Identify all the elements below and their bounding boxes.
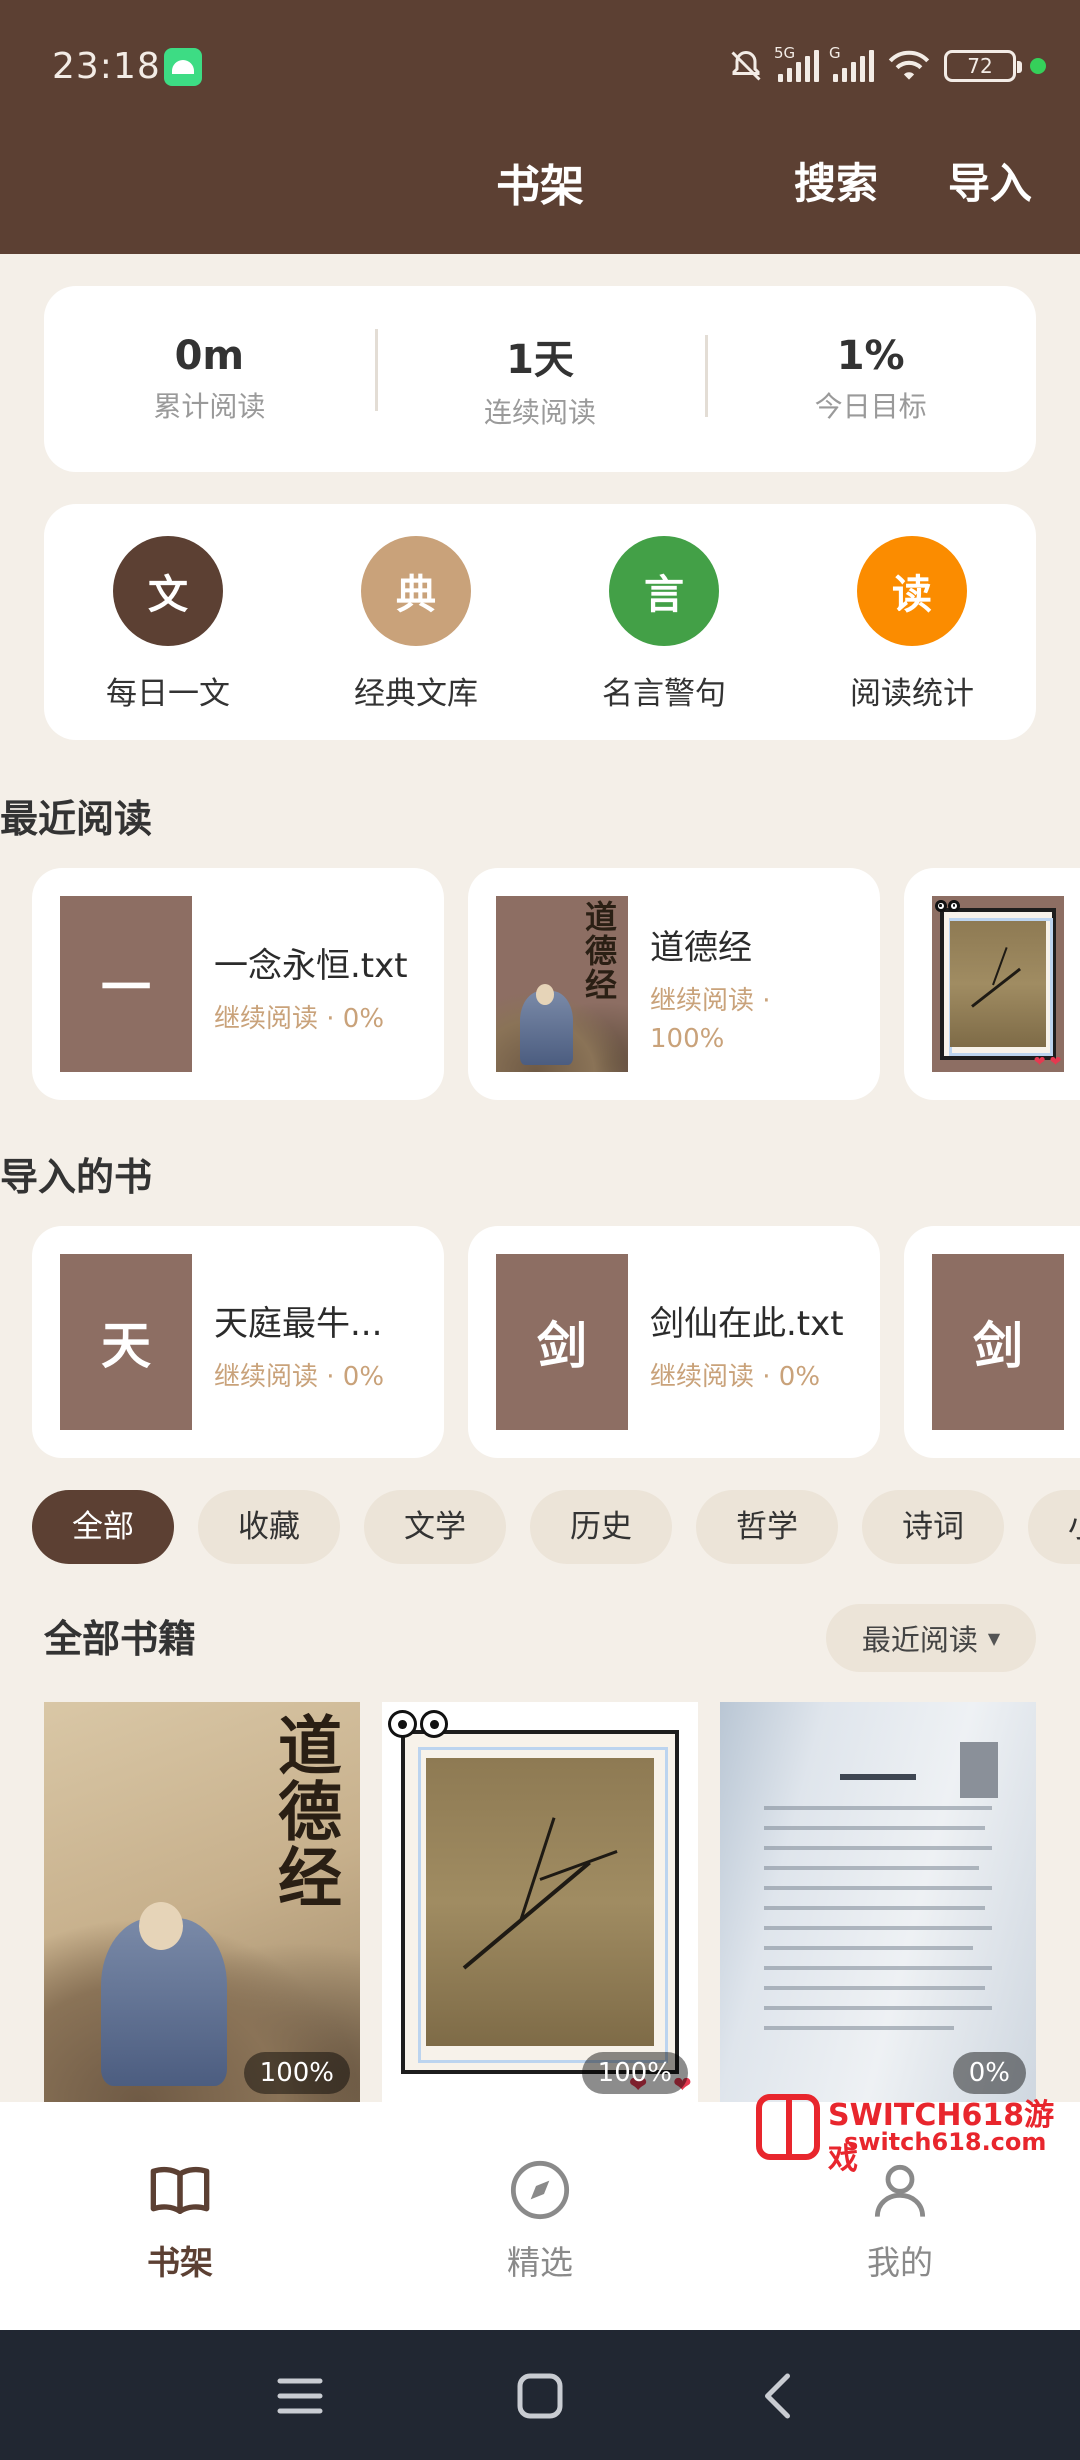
book-thumb: 一 bbox=[60, 896, 192, 1072]
import-button[interactable]: 导入 bbox=[948, 150, 1032, 211]
sort-label: 最近阅读 bbox=[861, 1623, 978, 1657]
recent-book-card[interactable]: 一 一念永恒.txt 继续阅读 · 0% bbox=[32, 868, 444, 1100]
classics-icon: 典 bbox=[361, 536, 471, 646]
filter-chip-poetry[interactable]: 诗词 bbox=[862, 1490, 1004, 1564]
book-progress-badge: 100% bbox=[581, 2052, 688, 2094]
book-thumb: 天 bbox=[60, 1254, 192, 1430]
book-thumb: 剑 bbox=[932, 1254, 1064, 1430]
app-header: 23:18 5G G 72 书架 搜索 导入 bbox=[0, 0, 1080, 254]
menu-icon[interactable] bbox=[270, 2366, 330, 2426]
book-name: 剑仙在此.txt bbox=[650, 1304, 844, 1344]
stat-label: 今日目标 bbox=[814, 390, 927, 423]
book-thumb: 剑 bbox=[496, 1254, 628, 1430]
home-icon[interactable] bbox=[510, 2366, 570, 2426]
filter-chip-history[interactable]: 历史 bbox=[530, 1490, 672, 1564]
wifi-icon bbox=[888, 50, 930, 80]
nav-tab-featured[interactable]: 精选 bbox=[360, 2102, 720, 2330]
book-progress-badge: 100% bbox=[243, 2052, 350, 2094]
caret-down-icon: ▼ bbox=[987, 1628, 1001, 1648]
status-bar: 23:18 5G G 72 bbox=[0, 0, 1080, 130]
book-progress: 继续阅读 · 0% bbox=[214, 1004, 385, 1034]
system-navigation-bar bbox=[0, 2330, 1080, 2460]
filter-chip-all[interactable]: 全部 bbox=[32, 1490, 174, 1564]
stat-value: 1% bbox=[836, 333, 905, 379]
mute-bell-icon bbox=[731, 50, 761, 81]
back-icon[interactable] bbox=[750, 2366, 810, 2426]
reading-stats-card: 0m 累计阅读 1天 连续阅读 1% 今日目标 bbox=[44, 286, 1036, 472]
imported-book-card[interactable]: 剑 剑仙在此.txt 继续阅读 · 0% bbox=[468, 1226, 880, 1458]
book-progress: 继续阅读 · 100% bbox=[650, 986, 771, 1054]
book-progress: 继续阅读 · 0% bbox=[650, 1362, 821, 1392]
imported-book-card[interactable]: 剑 bbox=[904, 1226, 1080, 1458]
book-grid-item[interactable]: 道德经 100% bbox=[44, 1702, 360, 2102]
recent-book-card[interactable]: ❤ ❤ bbox=[904, 868, 1080, 1100]
filter-chip-novel[interactable]: 小说 bbox=[1028, 1490, 1080, 1564]
stat-label: 连续阅读 bbox=[484, 396, 597, 429]
book-cover-image: ❤ ❤ bbox=[932, 896, 1064, 1072]
nav-label: 精选 bbox=[507, 2243, 573, 2282]
sort-dropdown[interactable]: 最近阅读 ▼ bbox=[826, 1604, 1036, 1672]
filter-chip-favorites[interactable]: 收藏 bbox=[198, 1490, 340, 1564]
switch-logo-icon bbox=[756, 2094, 820, 2160]
quick-actions-card: 文 每日一文 典 经典文库 言 名言警句 读 阅读统计 bbox=[44, 504, 1036, 740]
book-progress-badge: 0% bbox=[952, 2052, 1026, 2094]
book-cover-image: 道德经 bbox=[496, 896, 628, 1072]
quick-action-daily-article[interactable]: 文 每日一文 bbox=[44, 504, 292, 740]
recent-section-title: 最近阅读 bbox=[0, 797, 153, 841]
recent-books-row[interactable]: 一 一念永恒.txt 继续阅读 · 0% 道德经 道德经 继续阅读 · 100%… bbox=[0, 868, 1080, 1100]
nav-label: 我的 bbox=[867, 2243, 933, 2282]
recent-book-card[interactable]: 道德经 道德经 继续阅读 · 100% bbox=[468, 868, 880, 1100]
status-time: 23:18 bbox=[52, 46, 161, 87]
quotes-icon: 言 bbox=[609, 536, 719, 646]
book-name: 天庭最牛... bbox=[214, 1304, 383, 1344]
quick-action-quotes[interactable]: 言 名言警句 bbox=[540, 504, 788, 740]
quick-action-label: 阅读统计 bbox=[850, 676, 974, 712]
imported-book-card[interactable]: 天 天庭最牛... 继续阅读 · 0% bbox=[32, 1226, 444, 1458]
quick-action-classics[interactable]: 典 经典文库 bbox=[292, 504, 540, 740]
compass-icon bbox=[510, 2160, 570, 2220]
stat-value: 1天 bbox=[506, 337, 574, 383]
reading-stats-icon: 读 bbox=[857, 536, 967, 646]
book-progress: 继续阅读 · 0% bbox=[214, 1362, 385, 1392]
cover-title: 道德经 bbox=[267, 1712, 342, 1910]
battery-icon: 72 bbox=[944, 50, 1022, 82]
quick-action-label: 经典文库 bbox=[354, 676, 478, 712]
book-name: 道德经 bbox=[650, 928, 752, 968]
nav-tab-bookshelf[interactable]: 书架 bbox=[0, 2102, 360, 2330]
book-grid-item[interactable]: ❤ ❤ 100% bbox=[382, 1702, 698, 2102]
book-name: 一念永恒.txt bbox=[214, 946, 408, 986]
quick-action-label: 名言警句 bbox=[602, 676, 726, 712]
signal-5g-icon: 5G bbox=[774, 44, 819, 82]
privacy-indicator bbox=[1030, 58, 1046, 74]
signal-g-icon: G bbox=[829, 44, 874, 82]
all-books-title: 全部书籍 bbox=[44, 1617, 197, 1661]
page-title: 书架 bbox=[496, 161, 584, 212]
stat-streak: 1天 连续阅读 bbox=[374, 327, 706, 431]
status-icons: 5G G 72 bbox=[728, 44, 1046, 88]
open-book-icon bbox=[150, 2166, 210, 2214]
watermark-line2: switch618.com bbox=[844, 2128, 1047, 2156]
book-grid-item[interactable]: 0% bbox=[720, 1702, 1036, 2102]
quick-action-label: 每日一文 bbox=[106, 676, 230, 712]
nav-label: 书架 bbox=[147, 2243, 213, 2282]
watermark-logo: SWITCH618游戏 switch618.com bbox=[756, 2090, 1068, 2177]
quick-action-reading-stats[interactable]: 读 阅读统计 bbox=[788, 504, 1036, 740]
stat-label: 累计阅读 bbox=[153, 390, 266, 423]
stat-total-time: 0m 累计阅读 bbox=[44, 333, 375, 425]
filter-chip-philosophy[interactable]: 哲学 bbox=[696, 1490, 838, 1564]
cover-title: 道德经 bbox=[580, 900, 618, 1002]
stat-value: 0m bbox=[174, 333, 245, 379]
daily-article-icon: 文 bbox=[113, 536, 223, 646]
filter-chip-literature[interactable]: 文学 bbox=[364, 1490, 506, 1564]
android-app-icon bbox=[164, 48, 202, 86]
search-button[interactable]: 搜索 bbox=[794, 150, 878, 211]
stat-daily-goal: 1% 今日目标 bbox=[705, 333, 1036, 425]
imported-books-row[interactable]: 天 天庭最牛... 继续阅读 · 0% 剑 剑仙在此.txt 继续阅读 · 0%… bbox=[0, 1226, 1080, 1458]
imported-section-title: 导入的书 bbox=[0, 1155, 153, 1199]
category-filter-bar[interactable]: 全部 收藏 文学 历史 哲学 诗词 小说 bbox=[0, 1490, 1080, 1564]
